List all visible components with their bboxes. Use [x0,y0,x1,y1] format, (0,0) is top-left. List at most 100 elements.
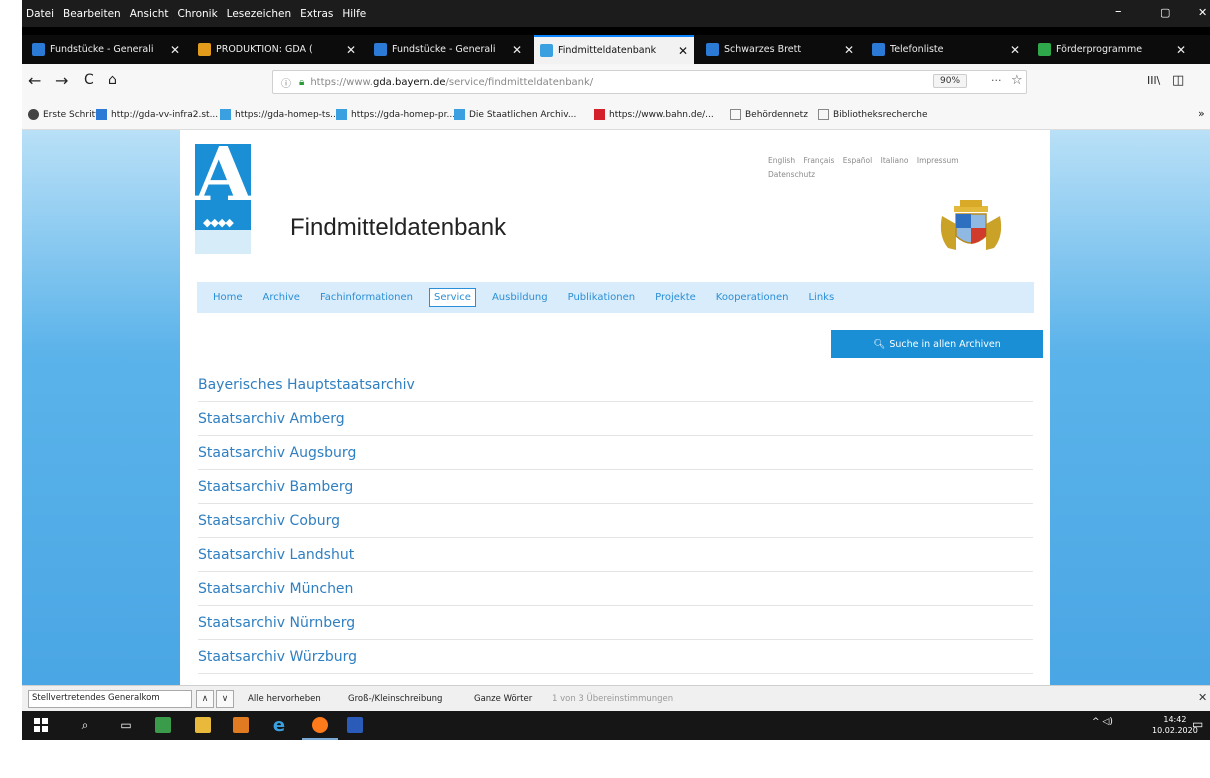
zoom-indicator[interactable]: 90% [933,74,968,88]
tab-close-icon[interactable]: ✕ [346,43,356,57]
internet-explorer-icon[interactable]: e [270,715,288,736]
tab-close-icon[interactable]: ✕ [1010,43,1020,57]
archive-link-nuernberg[interactable]: Staatsarchiv Nürnberg [198,606,1033,640]
archive-link-wuerzburg[interactable]: Staatsarchiv Würzburg [198,640,1033,674]
bookmark-item[interactable]: https://www.bahn.de/... [594,109,714,120]
firefox-taskbar-icon[interactable] [302,711,338,740]
lang-link-espanol[interactable]: Español [843,156,872,165]
page-actions-icon[interactable]: ··· [991,74,1002,87]
taskbar-app-orange-icon[interactable] [232,716,250,734]
nav-home[interactable]: Home [209,289,247,306]
tab-label: Fundstücke - Generali [392,44,496,55]
start-button[interactable] [32,716,50,734]
archive-logo[interactable]: A ◆◆◆◆ [195,144,251,254]
tab-close-icon[interactable]: ✕ [170,43,180,57]
library-icon[interactable]: IIl\ [1147,74,1160,87]
url-bar[interactable]: ⓘ 🔒︎ https://www. gda.bayern.de /service… [272,70,1027,94]
bavaria-crest-icon [940,200,1002,250]
find-bar: Stellvertretendes Generalkom ∧ ∨ Alle he… [22,685,1210,711]
home-button[interactable]: ⌂ [108,72,117,88]
menu-extras[interactable]: Extras [300,8,333,20]
forward-button[interactable]: → [55,71,68,90]
tab-foerderprogramme[interactable]: Förderprogramme ✕ [1032,35,1192,64]
clock-time: 14:42 [1163,715,1187,724]
nav-service[interactable]: Service [428,288,476,307]
tab-telefonliste[interactable]: Telefonliste ✕ [866,35,1026,64]
navigation-toolbar: ← → C ⌂ ⓘ 🔒︎ https://www. gda.bayern.de … [22,64,1210,100]
find-close-icon[interactable]: ✕ [1198,691,1207,704]
archive-link-coburg[interactable]: Staatsarchiv Coburg [198,504,1033,538]
nav-fachinformationen[interactable]: Fachinformationen [316,289,417,306]
menu-lesezeichen[interactable]: Lesezeichen [227,8,292,20]
task-view-icon[interactable]: ▭ [117,716,135,734]
tab-fundstuecke-1[interactable]: Fundstücke - Generali ✕ [26,35,186,64]
nav-links[interactable]: Links [804,289,838,306]
bookmark-item[interactable]: http://gda-vv-infra2.st... [96,109,218,120]
match-case-option[interactable]: Groß-/Kleinschreibung [348,694,442,704]
archive-link-bamberg[interactable]: Staatsarchiv Bamberg [198,470,1033,504]
bookmark-favicon-icon [594,109,605,120]
nav-projekte[interactable]: Projekte [651,289,700,306]
highlight-all-option[interactable]: Alle hervorheben [248,694,321,704]
menu-datei[interactable]: Datei [26,8,54,20]
bookmark-favicon-icon [28,109,39,120]
archive-link-augsburg[interactable]: Staatsarchiv Augsburg [198,436,1033,470]
menu-bearbeiten[interactable]: Bearbeiten [63,8,121,20]
archive-link-hauptstaatsarchiv[interactable]: Bayerisches Hauptstaatsarchiv [198,368,1033,402]
tab-close-icon[interactable]: ✕ [1176,43,1186,57]
reload-button[interactable]: C [84,72,94,88]
tab-favicon-icon [872,43,885,56]
file-explorer-icon[interactable] [194,716,212,734]
find-input[interactable]: Stellvertretendes Generalkom [28,690,192,708]
find-previous-button[interactable]: ∧ [196,690,214,708]
tab-close-icon[interactable]: ✕ [512,43,522,57]
find-next-button[interactable]: ∨ [216,690,234,708]
word-taskbar-icon[interactable] [346,716,364,734]
tab-schwarzes-brett[interactable]: Schwarzes Brett ✕ [700,35,860,64]
bookmark-folder[interactable]: Behördennetz [730,109,808,120]
tab-findmitteldatenbank[interactable]: Findmitteldatenbank ✕ [534,35,694,64]
menu-chronik[interactable]: Chronik [178,8,218,20]
page-info-icon[interactable]: ⓘ [281,75,291,90]
nav-archive[interactable]: Archive [259,289,304,306]
datenschutz-link[interactable]: Datenschutz [768,170,815,179]
menu-ansicht[interactable]: Ansicht [130,8,169,20]
close-window-button[interactable]: ✕ [1198,6,1207,19]
search-taskbar-icon[interactable]: ⌕ [76,716,94,734]
sidebar-icon[interactable]: ◫ [1172,73,1184,88]
bookmark-label: Erste Schritte [43,109,105,120]
bookmark-star-icon[interactable]: ☆ [1011,73,1023,88]
lang-link-english[interactable]: English [768,156,795,165]
lang-link-francais[interactable]: Français [803,156,834,165]
maximize-button[interactable]: ▢ [1160,6,1170,19]
tab-close-icon[interactable]: ✕ [678,44,688,58]
archive-link-amberg[interactable]: Staatsarchiv Amberg [198,402,1033,436]
bookmarks-overflow-icon[interactable]: » [1198,107,1205,120]
nav-kooperationen[interactable]: Kooperationen [712,289,793,306]
minimize-button[interactable]: – [1115,4,1122,19]
nav-ausbildung[interactable]: Ausbildung [488,289,552,306]
taskbar-clock[interactable]: 14:42 10.02.2020 [1152,714,1198,736]
taskbar-app-green-icon[interactable] [154,716,172,734]
whole-words-option[interactable]: Ganze Wörter [474,694,532,704]
tab-close-icon[interactable]: ✕ [844,43,854,57]
archive-link-landshut[interactable]: Staatsarchiv Landshut [198,538,1033,572]
bookmark-item[interactable]: https://gda-homep-ts... [220,109,339,120]
impressum-link[interactable]: Impressum [917,156,959,165]
url-domain: gda.bayern.de [372,76,446,88]
tab-favicon-icon [32,43,45,56]
lang-link-italiano[interactable]: Italiano [881,156,909,165]
back-button[interactable]: ← [28,71,41,90]
tab-fundstuecke-2[interactable]: Fundstücke - Generali ✕ [368,35,528,64]
menu-hilfe[interactable]: Hilfe [342,8,366,20]
tab-produktion[interactable]: PRODUKTION: GDA ( ✕ [192,35,362,64]
archive-link-muenchen[interactable]: Staatsarchiv München [198,572,1033,606]
search-all-archives-button[interactable]: 🔍︎ Suche in allen Archiven [831,330,1043,358]
nav-publikationen[interactable]: Publikationen [564,289,640,306]
bookmark-item[interactable]: Erste Schritte [28,109,104,120]
system-tray[interactable]: ^ ◁) [1092,717,1113,727]
notification-center-icon[interactable]: ▭ [1192,717,1203,731]
bookmark-item[interactable]: Die Staatlichen Archiv... [454,109,576,120]
bookmark-folder[interactable]: Bibliotheksrecherche [818,109,928,120]
bookmark-item[interactable]: https://gda-homep-pr... [336,109,455,120]
